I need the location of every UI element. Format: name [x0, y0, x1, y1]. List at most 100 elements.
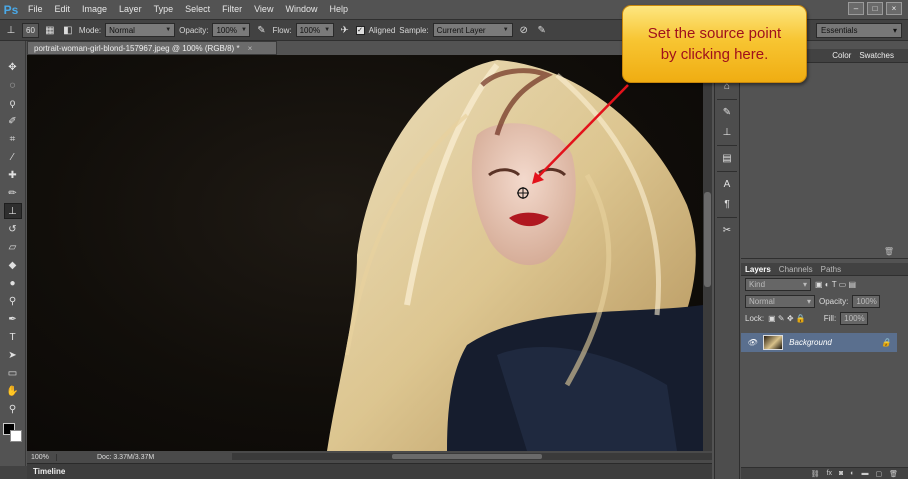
crop-tool-icon[interactable]: ⌗	[4, 131, 22, 147]
menu-edit[interactable]: Edit	[49, 0, 77, 19]
tab-color[interactable]: Color	[832, 51, 851, 60]
menu-window[interactable]: Window	[279, 0, 323, 19]
kind-filter-select[interactable]: Kind ▾	[745, 278, 811, 291]
path-select-tool-icon[interactable]: ➤	[4, 347, 22, 363]
tab-layers[interactable]: Layers	[745, 265, 771, 274]
character-panel-icon[interactable]: A	[718, 177, 736, 192]
canvas[interactable]	[27, 55, 703, 451]
new-layer-icon[interactable]: ▢	[875, 470, 882, 478]
lock-icons[interactable]: ▣ ✎ ✥ 🔒	[768, 314, 806, 323]
brush-panel-icon[interactable]: ▦	[43, 23, 57, 37]
move-tool-icon[interactable]: ✥	[4, 59, 22, 75]
brush-presets-icon[interactable]: ✎	[718, 105, 736, 120]
lock-label: Lock:	[745, 314, 765, 323]
timeline-panel-tab[interactable]: Timeline	[27, 463, 712, 479]
quick-select-tool-icon[interactable]: ✐	[4, 113, 22, 129]
adjustments-icon[interactable]: ▤	[718, 151, 736, 166]
layer-opacity-value: 100%	[856, 297, 877, 306]
menu-filter[interactable]: Filter	[216, 0, 248, 19]
close-icon[interactable]: ×	[248, 44, 253, 53]
minimize-button[interactable]: –	[848, 2, 864, 15]
pressure-opacity-icon[interactable]: ✎	[254, 23, 268, 37]
eye-icon[interactable]: 👁	[747, 338, 757, 347]
flow-field[interactable]: 100% ▼	[295, 23, 334, 37]
menu-view[interactable]: View	[248, 0, 279, 19]
menu-image[interactable]: Image	[76, 0, 113, 19]
ignore-adjustment-layers-icon[interactable]: ⊘	[517, 23, 531, 37]
clone-source-panel-icon[interactable]: ◧	[61, 23, 75, 37]
link-icon[interactable]: ⛓	[811, 470, 820, 478]
layer-opacity-label: Opacity:	[819, 297, 849, 306]
callout-line-2: by clicking here.	[660, 46, 769, 63]
pressure-size-icon[interactable]: ✎	[535, 23, 549, 37]
paint-bucket-tool-icon[interactable]: ◆	[4, 257, 22, 273]
vertical-scrollbar[interactable]	[703, 55, 712, 451]
aligned-checkbox[interactable]: ✓	[355, 25, 365, 35]
paragraph-panel-icon[interactable]: ¶	[718, 197, 736, 212]
maximize-button[interactable]: □	[867, 2, 883, 15]
blend-mode-select[interactable]: Normal ▾	[745, 295, 815, 308]
tab-channels[interactable]: Channels	[779, 265, 813, 274]
sample-select[interactable]: Current Layer ▼	[432, 23, 513, 37]
marquee-tool-icon[interactable]: ◌	[4, 77, 22, 93]
brush-tool-icon[interactable]: ✏	[4, 185, 22, 201]
trash-icon[interactable]: 🗑	[884, 247, 894, 256]
menu-type[interactable]: Type	[148, 0, 180, 19]
zoom-level[interactable]: 100%	[27, 453, 57, 461]
horizontal-scroll-thumb[interactable]	[392, 454, 542, 459]
mode-value: Normal	[109, 25, 135, 35]
chevron-down-icon: ▼	[502, 27, 509, 33]
menu-help[interactable]: Help	[323, 0, 354, 19]
opacity-field[interactable]: 100% ▼	[212, 23, 251, 37]
mask-icon[interactable]: ◙	[839, 470, 843, 477]
type-tool-icon[interactable]: T	[4, 329, 22, 345]
tutorial-callout: Set the source point by clicking here.	[622, 5, 807, 83]
hand-tool-icon[interactable]: ✋	[4, 383, 22, 399]
tab-swatches[interactable]: Swatches	[859, 51, 894, 60]
workspace-value: Essentials	[821, 26, 858, 35]
folder-icon[interactable]: ▬	[861, 470, 868, 477]
vertical-scroll-thumb[interactable]	[704, 192, 711, 287]
blend-mode-value: Normal	[749, 297, 775, 306]
mode-select[interactable]: Normal ▼	[105, 23, 176, 37]
lasso-tool-icon[interactable]: ϙ	[4, 95, 22, 111]
close-window-button[interactable]: ×	[886, 2, 902, 15]
shape-tool-icon[interactable]: ▭	[4, 365, 22, 381]
clone-source-icon[interactable]: ⊥	[718, 125, 736, 140]
workspace-select[interactable]: Essentials ▾	[816, 23, 902, 38]
dock-divider	[717, 217, 737, 218]
fill-field[interactable]: 100%	[840, 312, 869, 325]
zoom-tool-icon[interactable]: ⚲	[4, 401, 22, 417]
dodge-tool-icon[interactable]: ⚲	[4, 293, 22, 309]
fill-label: Fill:	[823, 314, 837, 323]
trash-icon[interactable]: 🗑	[889, 470, 898, 478]
clone-stamp-tool-icon[interactable]: ⊥	[3, 203, 22, 219]
horizontal-scrollbar[interactable]	[232, 453, 712, 460]
menu-file[interactable]: File	[22, 0, 49, 19]
menu-layer[interactable]: Layer	[113, 0, 148, 19]
document-tab[interactable]: portrait-woman-girl-blond-157967.jpeg @ …	[27, 41, 277, 55]
eraser-tool-icon[interactable]: ▱	[4, 239, 22, 255]
background-color-swatch[interactable]	[10, 430, 22, 442]
pen-tool-icon[interactable]: ✒	[4, 311, 22, 327]
dock-divider	[717, 145, 737, 146]
adjustment-icon[interactable]: ◐	[850, 470, 854, 477]
filter-icons[interactable]: ▣ ◐ T ▭ ▤	[815, 280, 856, 289]
tool-presets-icon[interactable]: ✂	[718, 223, 736, 238]
blur-tool-icon[interactable]: ●	[4, 275, 22, 291]
photo	[327, 60, 703, 451]
layer-background[interactable]: 👁 Background 🔒	[741, 333, 897, 352]
chevron-down-icon: ▼	[165, 27, 172, 33]
lock-row: Lock: ▣ ✎ ✥ 🔒 Fill: 100%	[741, 310, 908, 327]
airbrush-icon[interactable]: ✈	[338, 23, 352, 37]
eyedropper-tool-icon[interactable]: ⁄	[4, 149, 22, 165]
opacity-value: 100%	[216, 25, 237, 35]
menu-select[interactable]: Select	[179, 0, 216, 19]
history-brush-tool-icon[interactable]: ↺	[4, 221, 22, 237]
layer-opacity-field[interactable]: 100%	[852, 295, 881, 308]
brush-size-picker[interactable]: 60	[22, 22, 39, 38]
tab-paths[interactable]: Paths	[821, 265, 841, 274]
clone-stamp-tool-icon[interactable]: ⊥	[4, 23, 18, 37]
healing-brush-tool-icon[interactable]: ✚	[4, 167, 22, 183]
fx-icon[interactable]: fx	[827, 470, 832, 477]
